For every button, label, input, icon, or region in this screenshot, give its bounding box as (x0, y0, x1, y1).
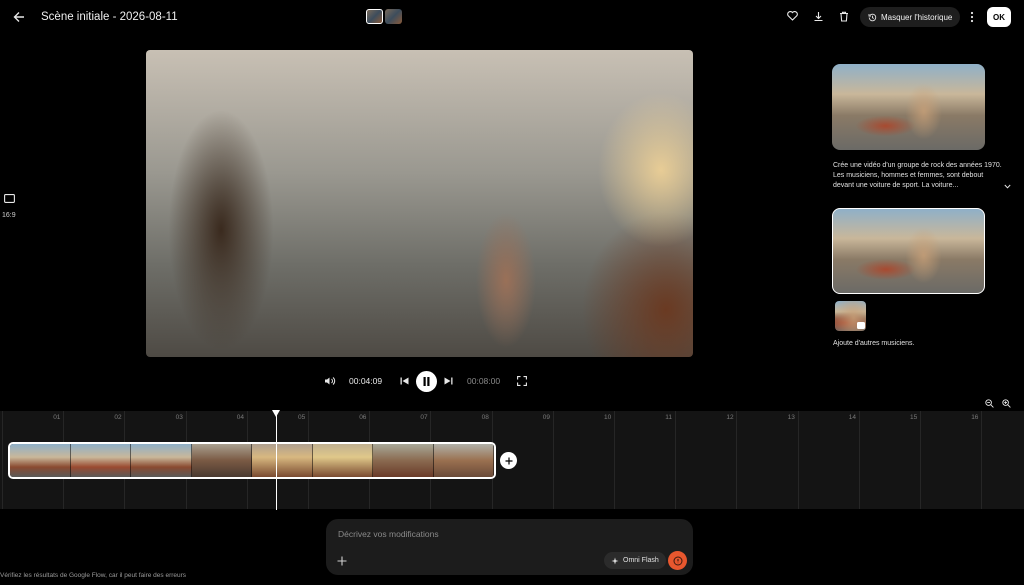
timeline-tick-label: 10 (604, 414, 612, 421)
video-preview[interactable] (146, 50, 693, 357)
timeline-tick-label: 08 (481, 414, 489, 421)
timeline-tick-label: 12 (726, 414, 734, 421)
download-icon (814, 11, 822, 21)
skip-previous-button[interactable] (398, 375, 410, 387)
arrow-left-icon (13, 12, 24, 22)
trash-icon (840, 11, 848, 22)
timeline-clip[interactable] (8, 442, 496, 479)
timeline-tick (736, 411, 738, 509)
zoom-out-button[interactable] (983, 397, 995, 409)
sparkle-icon (611, 557, 619, 564)
volume-icon (325, 377, 336, 385)
prompt-input[interactable] (336, 528, 670, 540)
pause-icon (423, 377, 430, 386)
playhead-handle[interactable] (272, 410, 280, 417)
timeline-tick-label: 04 (236, 414, 245, 421)
timeline-tick (920, 411, 921, 509)
timeline-tick-label: 02 (114, 414, 122, 421)
disclaimer-text: Vérifiez les résultats de Google Flow, c… (0, 572, 187, 579)
zoom-in-button[interactable] (1000, 397, 1012, 409)
favorite-button[interactable] (784, 8, 800, 24)
scene-thumbnail-1[interactable] (366, 9, 383, 24)
back-button[interactable] (10, 8, 28, 26)
aspect-ratio-button[interactable] (2, 192, 16, 204)
more-vertical-icon (970, 11, 974, 23)
plus-icon (505, 457, 512, 464)
info-circle-icon (673, 556, 682, 565)
fullscreen-button[interactable] (515, 374, 529, 388)
zoom-out-icon (984, 398, 994, 408)
timeline-tick (552, 411, 554, 509)
timeline-tick (614, 411, 615, 509)
more-options-button[interactable] (964, 8, 980, 26)
playhead[interactable] (276, 412, 277, 510)
timeline-tick-label: 11 (665, 414, 672, 421)
history-icon (868, 13, 877, 21)
history-item-1-preview[interactable] (832, 64, 985, 150)
skip-next-button[interactable] (442, 375, 454, 387)
timeline-tick-label: 06 (359, 414, 367, 421)
rectangle-icon (3, 193, 15, 203)
scene-thumbnail-2[interactable] (385, 9, 402, 24)
video-badge-icon (857, 322, 865, 329)
download-button[interactable] (810, 8, 826, 24)
timeline-tick-label: 13 (787, 414, 795, 421)
history-item-2-prompt: Ajoute d'autres musiciens. (833, 340, 915, 347)
model-name: Omni Flash (623, 557, 659, 564)
aspect-ratio-label: 16:9 (2, 212, 16, 219)
send-button[interactable] (668, 551, 687, 570)
timeline-tick (981, 411, 983, 509)
timeline-tick-label: 14 (848, 414, 857, 421)
heart-icon (786, 11, 798, 21)
fullscreen-icon (517, 376, 527, 386)
add-clip-button[interactable] (500, 452, 517, 469)
timeline-tick-label: 15 (910, 414, 918, 421)
zoom-in-icon (1001, 398, 1011, 408)
timeline-tick-label: 01 (53, 414, 61, 421)
plus-icon (337, 556, 347, 566)
chevron-down-icon (1003, 184, 1011, 189)
total-time: 00:08:00 (467, 376, 501, 386)
volume-button[interactable] (323, 374, 337, 388)
model-selector[interactable]: Omni Flash (604, 552, 666, 569)
skip-next-icon (444, 377, 452, 385)
hide-history-button[interactable]: Masquer l'historique (860, 7, 961, 27)
page-title: Scène initiale - 2026-08-11 (41, 11, 178, 23)
history-item-2-preview[interactable] (832, 208, 985, 294)
timeline-tick (2, 411, 3, 509)
pause-button[interactable] (416, 371, 437, 392)
timeline-tick-label: 16 (971, 414, 979, 421)
timeline-tick (675, 411, 677, 509)
prompt-box: Omni Flash (326, 519, 693, 575)
timeline-tick-label: 07 (420, 414, 428, 421)
history-item-1-prompt: Crée une vidéo d'un groupe de rock des a… (833, 162, 1002, 189)
delete-button[interactable] (836, 8, 852, 24)
ok-button[interactable]: OK (987, 7, 1011, 27)
timeline-tick (797, 411, 799, 509)
timeline-tick-label: 05 (298, 414, 306, 421)
timeline-tick-label: 03 (175, 414, 183, 421)
timeline-tick (858, 411, 860, 509)
expand-prompt-button[interactable] (1001, 180, 1013, 192)
skip-previous-icon (400, 377, 408, 385)
hide-history-label: Masquer l'historique (881, 12, 953, 22)
add-attachment-button[interactable] (335, 554, 349, 568)
current-time: 00:04:09 (349, 376, 383, 386)
timeline-tick-label: 09 (542, 414, 551, 421)
